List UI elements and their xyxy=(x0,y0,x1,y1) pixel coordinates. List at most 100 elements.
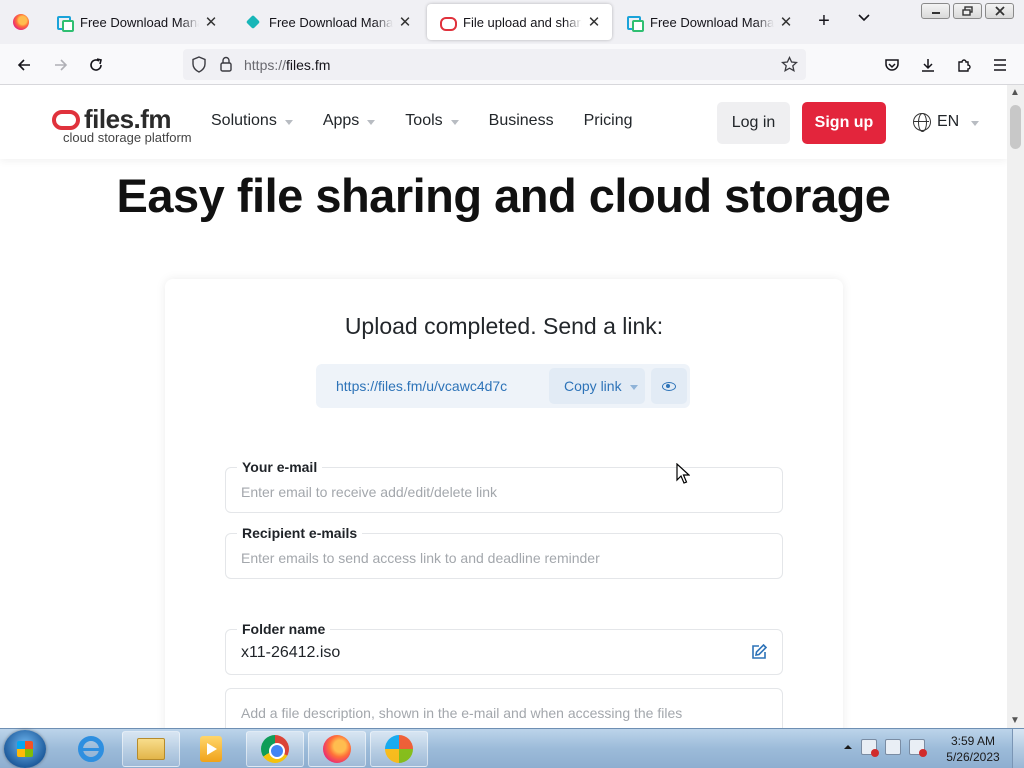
tab-title: File upload and sharing. Large file tran… xyxy=(463,14,582,30)
file-description-field[interactable]: Add a file description, shown in the e-m… xyxy=(225,688,783,728)
menu-item-pricing[interactable]: Pricing xyxy=(584,112,633,130)
folder-name-value: x11-26412.iso xyxy=(241,644,341,661)
main-menu: Solutions Apps Tools Business Pricing xyxy=(211,112,662,130)
taskbar-chrome[interactable] xyxy=(246,731,304,767)
language-code: EN xyxy=(937,113,960,130)
tab-free-download-manager-2[interactable]: Free Download Manager ✕ xyxy=(233,4,423,40)
files-fm-icon xyxy=(439,14,457,31)
show-desktop-button[interactable] xyxy=(1012,729,1024,768)
taskbar-file-explorer[interactable] xyxy=(122,731,180,767)
taskbar-firefox[interactable] xyxy=(308,731,366,767)
tab-strip: Free Download Manager ✕ Free Download Ma… xyxy=(0,0,1024,44)
scroll-up-icon[interactable]: ▲ xyxy=(1010,87,1020,98)
recipient-emails-label: Recipient e-mails xyxy=(237,525,363,541)
preview-link-button[interactable] xyxy=(651,368,687,404)
chevron-down-icon xyxy=(971,120,980,126)
url-bar[interactable]: https://files.fm xyxy=(183,49,806,80)
show-hidden-icons-icon[interactable] xyxy=(843,742,853,752)
login-button[interactable]: Log in xyxy=(717,102,790,144)
minimize-icon xyxy=(931,12,940,14)
bookmark-star-icon[interactable] xyxy=(781,56,798,73)
signup-button[interactable]: Sign up xyxy=(802,102,886,144)
fdm-icon xyxy=(626,14,644,32)
language-selector[interactable]: EN xyxy=(913,113,980,132)
chevron-down-icon xyxy=(450,119,459,125)
url-text[interactable]: https://files.fm xyxy=(244,57,330,73)
hamburger-menu-icon xyxy=(994,59,1006,71)
files-fm-logo[interactable]: files.fm cloud storage platform xyxy=(52,104,192,145)
app-menu-button[interactable] xyxy=(987,52,1013,78)
menu-label: Business xyxy=(488,112,554,129)
taskbar-media-player[interactable] xyxy=(182,731,240,767)
hero-title: Easy file sharing and cloud storage xyxy=(116,169,891,222)
back-button[interactable] xyxy=(11,52,37,78)
share-link[interactable]: https://files.fm/u/vcawc4d7c xyxy=(336,378,507,394)
scroll-down-icon[interactable]: ▼ xyxy=(1010,715,1020,726)
minimize-button[interactable] xyxy=(921,3,950,19)
tab-title: Free Download Manager xyxy=(650,14,774,30)
extensions-button[interactable] xyxy=(951,52,977,78)
puzzle-icon xyxy=(245,14,261,30)
page-scrollbar[interactable]: ▲ ▼ xyxy=(1007,85,1024,728)
file-description-placeholder: Add a file description, shown in the e-m… xyxy=(241,705,683,721)
browser-window: Free Download Manager ✕ Free Download Ma… xyxy=(0,0,1024,768)
scrollbar-thumb[interactable] xyxy=(1010,105,1021,149)
mouse-cursor-icon xyxy=(676,463,690,484)
system-clock[interactable]: 3:59 AM 5/26/2023 xyxy=(938,733,1008,765)
globe-icon xyxy=(913,113,931,132)
list-all-tabs-button[interactable] xyxy=(852,10,876,34)
taskbar-windows-app[interactable] xyxy=(370,731,428,767)
reload-button[interactable] xyxy=(83,52,109,78)
shield-icon[interactable] xyxy=(191,56,207,73)
reload-icon xyxy=(90,58,102,71)
chevron-down-icon xyxy=(858,14,870,22)
volume-muted-icon[interactable] xyxy=(909,739,927,757)
menu-label: Pricing xyxy=(583,112,633,129)
copy-link-button[interactable]: Copy link xyxy=(549,368,645,404)
tab-files-fm[interactable]: File upload and sharing. Large file tran… xyxy=(427,4,612,40)
forward-button[interactable] xyxy=(48,52,74,78)
site-header: files.fm cloud storage platform Solution… xyxy=(0,85,1007,159)
download-icon xyxy=(922,59,934,72)
taskbar-internet-explorer[interactable] xyxy=(62,731,120,767)
restore-button[interactable] xyxy=(953,3,982,19)
tab-close-icon[interactable]: ✕ xyxy=(778,14,794,31)
network-icon[interactable] xyxy=(885,739,901,755)
your-email-placeholder: Enter email to receive add/edit/delete l… xyxy=(241,484,498,500)
chevron-down-icon xyxy=(284,119,293,125)
copy-link-label: Copy link xyxy=(564,378,622,394)
eye-icon xyxy=(662,381,676,391)
share-link-box: https://files.fm/u/vcawc4d7c Copy link xyxy=(316,364,690,408)
tab-free-download-manager-1[interactable]: Free Download Manager ✕ xyxy=(44,4,229,40)
folder-name-field[interactable]: Folder name x11-26412.iso xyxy=(225,621,783,675)
tab-close-icon[interactable]: ✕ xyxy=(586,14,602,31)
pocket-button[interactable] xyxy=(879,52,905,78)
menu-item-tools[interactable]: Tools xyxy=(405,112,459,130)
your-email-label: Your e-mail xyxy=(237,459,323,475)
downloads-button[interactable] xyxy=(915,52,941,78)
tab-free-download-manager-3[interactable]: Free Download Manager ✕ xyxy=(614,4,804,40)
your-email-field[interactable]: Your e-mail Enter email to receive add/e… xyxy=(225,459,783,513)
taskbar: 3:59 AM 5/26/2023 xyxy=(0,728,1024,768)
lock-icon[interactable] xyxy=(219,56,233,72)
recipient-emails-field[interactable]: Recipient e-mails Enter emails to send a… xyxy=(225,525,783,579)
firefox-icon xyxy=(323,735,351,763)
tab-close-icon[interactable]: ✕ xyxy=(203,14,219,31)
menu-item-business[interactable]: Business xyxy=(489,112,554,130)
tab-close-icon[interactable]: ✕ xyxy=(397,14,413,31)
close-icon xyxy=(994,6,1005,16)
action-center-icon[interactable] xyxy=(861,739,879,757)
pocket-icon xyxy=(885,59,899,71)
media-player-icon xyxy=(200,736,222,762)
upload-status-title: Upload completed. Send a link: xyxy=(344,313,664,339)
start-button[interactable] xyxy=(4,730,46,768)
menu-item-solutions[interactable]: Solutions xyxy=(211,112,293,130)
chrome-icon xyxy=(261,735,289,763)
new-tab-button[interactable]: + xyxy=(812,10,836,34)
close-window-button[interactable] xyxy=(985,3,1014,19)
firefox-view-button[interactable] xyxy=(0,0,42,44)
menu-item-apps[interactable]: Apps xyxy=(323,112,376,130)
puzzle-piece-icon xyxy=(958,59,971,72)
edit-icon[interactable] xyxy=(750,643,768,661)
page-viewport: files.fm cloud storage platform Solution… xyxy=(0,85,1007,728)
